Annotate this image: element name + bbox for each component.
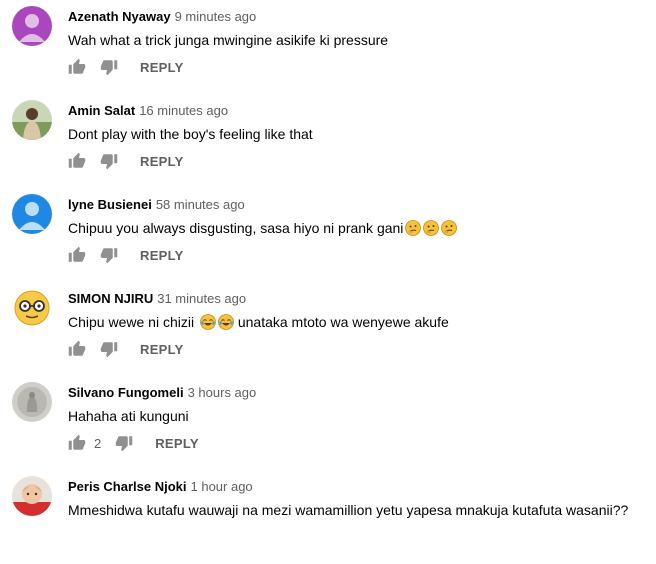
thinking-face-emoji: [423, 220, 440, 236]
thumbs-down-icon[interactable]: [115, 434, 133, 452]
comment-text-part: Chipuu you always disgusting, sasa hiyo …: [68, 220, 404, 236]
tears-of-joy-emoji: [218, 314, 234, 330]
comment-text: Chipu wewe ni chizii unataka mtoto wa we…: [68, 313, 449, 331]
author-name[interactable]: lyne Busienei: [68, 197, 152, 212]
thumbs-up-icon[interactable]: [68, 152, 86, 170]
tears-of-joy-emoji: [200, 314, 216, 330]
comment-text: Chipuu you always disgusting, sasa hiyo …: [68, 219, 458, 237]
comment-time[interactable]: 16 minutes ago: [139, 103, 228, 118]
avatar[interactable]: [12, 194, 52, 234]
comment-header: Peris Charlse Njoki 1 hour ago: [68, 479, 253, 495]
comment-header: lyne Busienei 58 minutes ago: [68, 197, 245, 213]
author-name[interactable]: Azenath Nyaway: [68, 9, 171, 24]
reply-button[interactable]: REPLY: [140, 154, 184, 169]
thinking-face-emoji: [441, 220, 458, 236]
comment-item: Amin Salat 16 minutes ago Dont play with …: [0, 94, 656, 188]
author-name[interactable]: Peris Charlse Njoki: [68, 479, 187, 494]
avatar[interactable]: [12, 476, 52, 516]
comment-header: Silvano Fungomeli 3 hours ago: [68, 385, 256, 401]
avatar[interactable]: [12, 382, 52, 422]
comment-header: Azenath Nyaway 9 minutes ago: [68, 9, 256, 25]
comment-time[interactable]: 9 minutes ago: [175, 9, 257, 24]
comment-item: Silvano Fungomeli 3 hours ago Hahaha ati …: [0, 376, 656, 470]
like-count: 2: [94, 435, 102, 451]
thumbs-up-icon[interactable]: [68, 434, 86, 452]
thumbs-up-icon[interactable]: [68, 340, 86, 358]
author-name[interactable]: Silvano Fungomeli: [68, 385, 184, 400]
thinking-face-emoji: [405, 220, 422, 236]
avatar[interactable]: [12, 6, 52, 46]
comment-time[interactable]: 3 hours ago: [188, 385, 257, 400]
thumbs-up-icon[interactable]: [68, 246, 86, 264]
reply-button[interactable]: REPLY: [140, 60, 184, 75]
comment-text: Hahaha ati kunguni: [68, 408, 189, 424]
comment-time[interactable]: 1 hour ago: [191, 479, 253, 494]
comment-actions: REPLY: [68, 243, 184, 267]
thumbs-down-icon[interactable]: [100, 340, 118, 358]
comment-header: Amin Salat 16 minutes ago: [68, 103, 228, 119]
comment-text: Dont play with the boy's feeling like th…: [68, 126, 313, 142]
comment-item: lyne Busienei 58 minutes ago Chipuu you a…: [0, 188, 656, 282]
thumbs-down-icon[interactable]: [100, 58, 118, 76]
comment-actions: REPLY: [68, 55, 184, 79]
avatar[interactable]: [12, 288, 52, 328]
comment-text: Wah what a trick junga mwingine asikife …: [68, 32, 389, 48]
reply-button[interactable]: REPLY: [140, 342, 184, 357]
thumbs-down-icon[interactable]: [100, 152, 118, 170]
comment-text-part: unataka mtoto wa wenyewe akufe: [237, 314, 449, 330]
comment-text: Mmeshidwa kutafu wauwaji na mezi wamamil…: [68, 502, 629, 518]
comment-time[interactable]: 31 minutes ago: [157, 291, 246, 306]
comment-item: SIMON NJIRU 31 minutes ago Chipu wewe ni …: [0, 282, 656, 376]
comment-item: Peris Charlse Njoki 1 hour ago Mmeshidwa …: [0, 470, 656, 564]
avatar[interactable]: [12, 100, 52, 140]
reply-button[interactable]: REPLY: [155, 436, 199, 451]
author-name[interactable]: Amin Salat: [68, 103, 135, 118]
reply-button[interactable]: REPLY: [140, 248, 184, 263]
comment-header: SIMON NJIRU 31 minutes ago: [68, 291, 246, 307]
comment-actions: REPLY: [68, 337, 184, 361]
comment-actions: REPLY: [68, 149, 184, 173]
comment-text-part: Chipu wewe ni chizii: [68, 314, 195, 330]
comment-time[interactable]: 58 minutes ago: [156, 197, 245, 212]
author-name[interactable]: SIMON NJIRU: [68, 291, 153, 306]
thumbs-down-icon[interactable]: [100, 246, 118, 264]
thumbs-up-icon[interactable]: [68, 58, 86, 76]
comment-item: Azenath Nyaway 9 minutes ago Wah what a t…: [0, 0, 656, 94]
comment-actions: 2 REPLY: [68, 431, 199, 455]
